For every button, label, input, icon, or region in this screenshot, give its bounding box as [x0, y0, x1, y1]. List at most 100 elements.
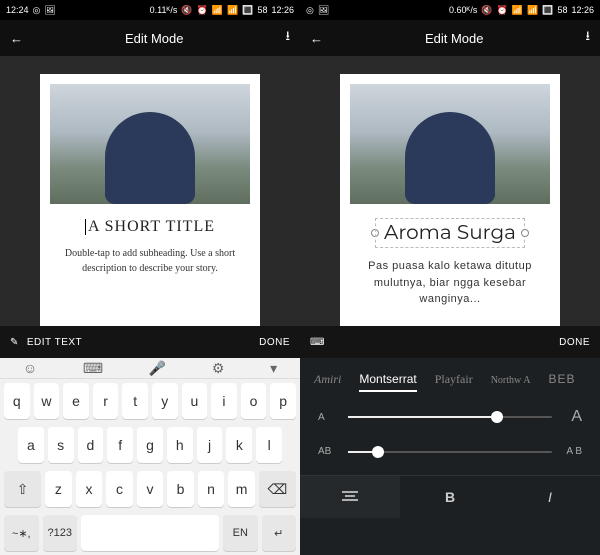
- alarm-icon: ⏰: [197, 5, 208, 16]
- key-enter[interactable]: ↵: [262, 515, 297, 551]
- key-j[interactable]: j: [197, 427, 223, 463]
- status-clock: 12:26: [571, 5, 594, 15]
- done-button[interactable]: DONE: [259, 337, 290, 348]
- key-n[interactable]: n: [198, 471, 225, 507]
- battery-icon: 🔳: [542, 5, 553, 16]
- key-w[interactable]: w: [34, 383, 60, 419]
- keyboard-row-3: ⇧zxcvbnm⌫: [0, 467, 300, 511]
- settings-icon[interactable]: ⚙: [212, 360, 225, 377]
- key-x[interactable]: x: [76, 471, 103, 507]
- font-option-amiri[interactable]: Amiri: [314, 372, 341, 387]
- key-space[interactable]: [81, 515, 219, 551]
- key-f[interactable]: f: [107, 427, 133, 463]
- edit-toolbar: ✎ EDIT TEXT DONE: [0, 326, 300, 358]
- back-icon[interactable]: ←: [10, 31, 23, 46]
- canvas-area[interactable]: A SHORT TITLE Double-tap to add subheadi…: [0, 56, 300, 326]
- story-card[interactable]: A SHORT TITLE Double-tap to add subheadi…: [40, 74, 260, 326]
- card-title-input[interactable]: Aroma Surga: [375, 218, 525, 248]
- key-i[interactable]: i: [211, 383, 237, 419]
- canvas-area[interactable]: Aroma Surga Pas puasa kalo ketawa ditutu…: [300, 56, 600, 326]
- keyboard-row-2: asdfghjkl: [0, 423, 300, 467]
- download-icon[interactable]: ⭳: [285, 27, 290, 49]
- soft-keyboard: ☺ ⌨ 🎤 ⚙ ▾ qwertyuiop asdfghjkl ⇧zxcvbnm⌫…: [0, 358, 300, 555]
- keyboard-switch-icon[interactable]: ⌨: [83, 360, 103, 377]
- size-label-small: A: [318, 412, 336, 423]
- back-icon[interactable]: ←: [310, 31, 323, 46]
- key-d[interactable]: d: [78, 427, 104, 463]
- key-b[interactable]: b: [167, 471, 194, 507]
- letter-spacing-slider[interactable]: [348, 451, 552, 453]
- font-picker[interactable]: Amiri Montserrat Playfair Northw A BEB: [300, 366, 600, 398]
- key-⇧[interactable]: ⇧: [4, 471, 41, 507]
- font-option-bebas[interactable]: BEB: [548, 372, 575, 386]
- font-panel: Amiri Montserrat Playfair Northw A BEB A…: [300, 358, 600, 555]
- key-t[interactable]: t: [122, 383, 148, 419]
- key-m[interactable]: m: [228, 471, 255, 507]
- key-c[interactable]: c: [106, 471, 133, 507]
- key-z[interactable]: z: [45, 471, 72, 507]
- hide-keyboard-icon[interactable]: ▾: [270, 360, 277, 377]
- keyboard-row-4: ~∗, ?123 EN ↵: [0, 511, 300, 555]
- font-size-slider[interactable]: [348, 416, 552, 418]
- status-icon-image: 🖼: [44, 5, 55, 16]
- key-⌫[interactable]: ⌫: [259, 471, 296, 507]
- app-header: ← Edit Mode ⭳: [0, 20, 300, 56]
- pencil-icon[interactable]: ✎: [10, 337, 19, 348]
- battery-pct: 58: [557, 5, 567, 15]
- key-a[interactable]: a: [18, 427, 44, 463]
- card-title-input[interactable]: A SHORT TITLE: [50, 218, 250, 236]
- edit-text-button[interactable]: EDIT TEXT: [27, 337, 82, 348]
- key-p[interactable]: p: [270, 383, 296, 419]
- done-button[interactable]: DONE: [559, 337, 590, 348]
- font-option-northwell[interactable]: Northw A: [491, 375, 531, 386]
- font-size-slider-row: A A: [300, 398, 600, 436]
- key-v[interactable]: v: [137, 471, 164, 507]
- mute-icon: 🔇: [481, 5, 492, 16]
- spacing-label-small: AB: [318, 446, 336, 457]
- key-k[interactable]: k: [226, 427, 252, 463]
- font-option-montserrat[interactable]: Montserrat: [359, 372, 416, 392]
- key-o[interactable]: o: [241, 383, 267, 419]
- key-h[interactable]: h: [167, 427, 193, 463]
- italic-button[interactable]: I: [500, 476, 600, 518]
- title-selection-handles[interactable]: Aroma Surga: [375, 218, 525, 248]
- card-photo[interactable]: [50, 84, 250, 204]
- story-card[interactable]: Aroma Surga Pas puasa kalo ketawa ditutu…: [340, 74, 560, 326]
- font-option-playfair[interactable]: Playfair: [435, 372, 473, 387]
- bold-button[interactable]: B: [400, 476, 500, 518]
- header-title: Edit Mode: [323, 31, 585, 46]
- size-label-big: A: [564, 408, 582, 426]
- app-header: ← Edit Mode ⭳: [300, 20, 600, 56]
- mute-icon: 🔇: [181, 5, 192, 16]
- card-subtitle[interactable]: Pas puasa kalo ketawa ditutup mulutnya, …: [350, 258, 550, 308]
- status-icon-image: 🖼: [318, 5, 329, 16]
- align-center-button[interactable]: [300, 476, 400, 518]
- card-title-text: A SHORT TITLE: [88, 218, 215, 235]
- keyboard-icon[interactable]: ⌨: [310, 337, 325, 348]
- status-icon-app: ◎: [306, 5, 314, 16]
- key-u[interactable]: u: [182, 383, 208, 419]
- download-icon[interactable]: ⭳: [585, 27, 590, 49]
- emoji-icon[interactable]: ☺: [23, 360, 37, 376]
- bold-label: B: [445, 489, 455, 505]
- key-s[interactable]: s: [48, 427, 74, 463]
- right-pane: ◎ 🖼 0.60ᴷ/s 🔇 ⏰ 📶 📶 🔳 58 12:26 ← Edit Mo…: [300, 0, 600, 555]
- card-subtitle[interactable]: Double-tap to add subheading. Use a shor…: [50, 246, 250, 276]
- text-style-row: B I: [300, 475, 600, 518]
- signal-icon: 📶: [227, 5, 238, 16]
- status-bar: 12:24 ◎ 🖼 0.11ᴷ/s 🔇 ⏰ 📶 📶 🔳 58 12:26: [0, 0, 300, 20]
- key-numeric[interactable]: ?123: [43, 515, 78, 551]
- status-clock: 12:26: [271, 5, 294, 15]
- key-e[interactable]: e: [63, 383, 89, 419]
- key-q[interactable]: q: [4, 383, 30, 419]
- key-r[interactable]: r: [93, 383, 119, 419]
- key-l[interactable]: l: [256, 427, 282, 463]
- mic-icon[interactable]: 🎤: [149, 360, 166, 377]
- header-title: Edit Mode: [23, 31, 285, 46]
- key-symbol[interactable]: ~∗,: [4, 515, 39, 551]
- key-y[interactable]: y: [152, 383, 178, 419]
- battery-icon: 🔳: [242, 5, 253, 16]
- key-language[interactable]: EN: [223, 515, 258, 551]
- key-g[interactable]: g: [137, 427, 163, 463]
- card-photo[interactable]: [350, 84, 550, 204]
